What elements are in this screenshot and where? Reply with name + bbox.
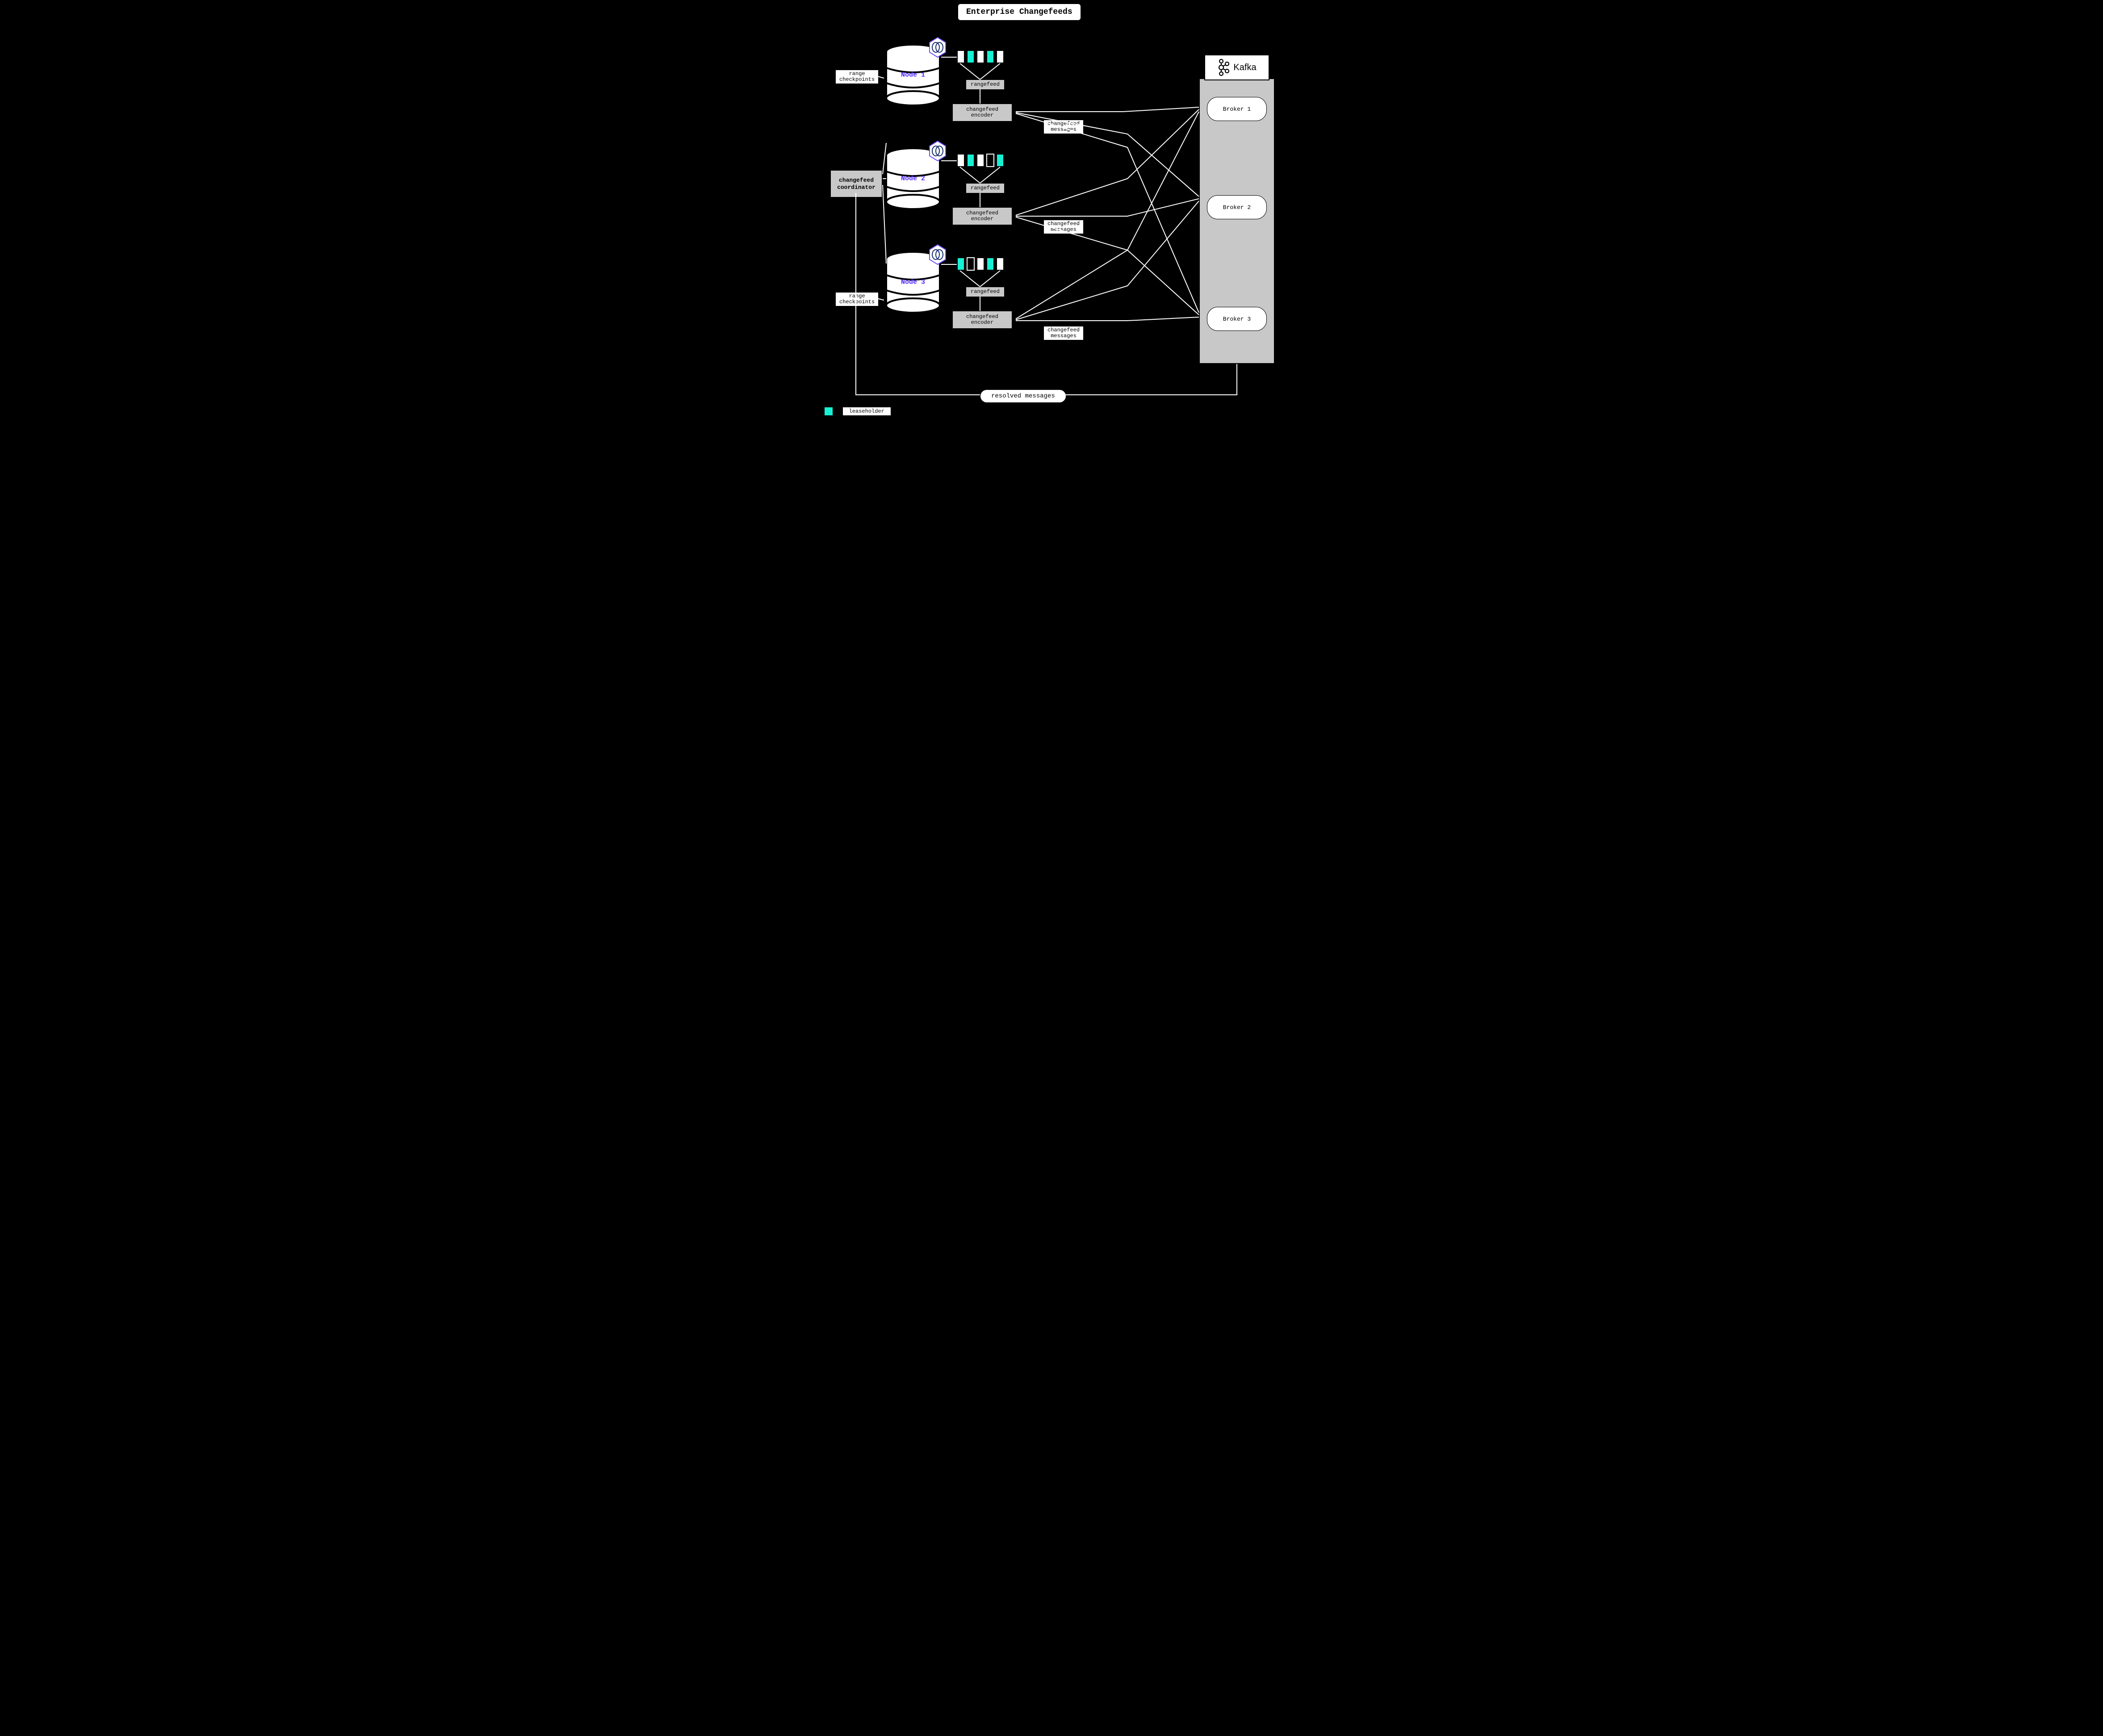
- cockroach-hex-icon: [928, 37, 947, 58]
- range-replica: [976, 50, 984, 63]
- range-replica: [957, 50, 965, 63]
- messages-label: changefeed messages: [1043, 326, 1084, 340]
- encoder-label: changefeed encoder: [952, 104, 1012, 121]
- range-leaseholder: [996, 154, 1004, 167]
- range-leaseholder: [986, 50, 994, 63]
- range-replica: [996, 50, 1004, 63]
- legend-swatch: [824, 406, 834, 416]
- rangefeed-label: rangefeed: [966, 183, 1005, 193]
- range-leaseholder: [957, 257, 965, 271]
- node-label: Node 1: [901, 71, 925, 79]
- node-label: Node 3: [901, 279, 925, 286]
- rangefeed-label: rangefeed: [966, 79, 1005, 90]
- ranges-row: [957, 154, 1004, 167]
- kafka-icon: [1217, 59, 1230, 76]
- range-replica: [996, 257, 1004, 271]
- cockroach-hex-icon: [928, 244, 947, 265]
- node-label: Node 2: [901, 175, 925, 183]
- range-checkpoints-label: range checkpoints: [835, 70, 879, 84]
- kafka-broker: Broker 3: [1207, 307, 1267, 331]
- range-leaseholder: [967, 50, 975, 63]
- messages-label: changefeed messages: [1043, 220, 1084, 234]
- range-replica: [976, 154, 984, 167]
- range-replica: [967, 257, 975, 271]
- db-node: Node 3: [884, 251, 942, 314]
- range-leaseholder: [986, 257, 994, 271]
- range-replica: [957, 154, 965, 167]
- kafka-broker: Broker 2: [1207, 195, 1267, 219]
- kafka-panel: Broker 1 Broker 2 Broker 3: [1199, 78, 1275, 364]
- kafka-brand-text: Kafka: [1233, 63, 1256, 73]
- legend-label: leaseholder: [842, 407, 891, 416]
- rangefeed-label: rangefeed: [966, 287, 1005, 297]
- encoder-label: changefeed encoder: [952, 207, 1012, 225]
- ranges-row: [957, 257, 1004, 271]
- coordinator-label: changefeed coordinator: [830, 170, 883, 198]
- messages-label: changefeed messages: [1043, 120, 1084, 134]
- encoder-label: changefeed encoder: [952, 311, 1012, 329]
- page-title: Enterprise Changefeeds: [958, 4, 1081, 21]
- kafka-broker: Broker 1: [1207, 97, 1267, 121]
- db-node: Node 2: [884, 147, 942, 210]
- range-leaseholder: [967, 154, 975, 167]
- range-replica: [976, 257, 984, 271]
- resolved-messages-label: resolved messages: [980, 389, 1066, 403]
- range-checkpoints-label: range checkpoints: [835, 292, 879, 306]
- range-replica: [986, 154, 994, 167]
- kafka-logo: Kafka: [1204, 54, 1269, 80]
- db-node: Node 1: [884, 44, 942, 106]
- cockroach-hex-icon: [928, 140, 947, 162]
- ranges-row: [957, 50, 1004, 63]
